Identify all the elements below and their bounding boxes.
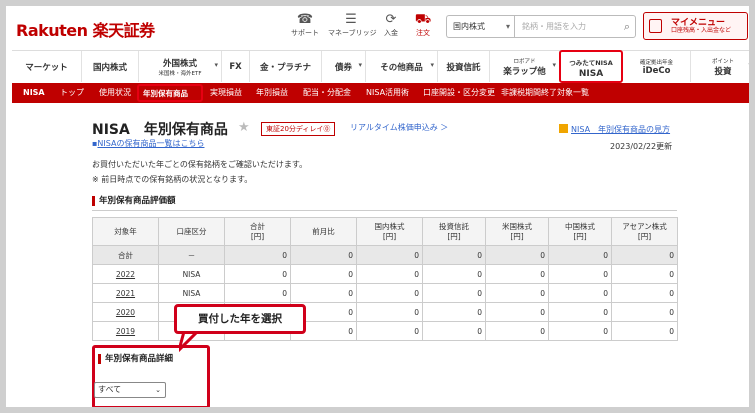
support-icon: ☎ [296, 12, 314, 27]
note: ※ 前日時点での保有銘柄の状況となります。 [92, 175, 253, 184]
subnav-yearly-pl[interactable]: 年別損益 [256, 83, 288, 103]
nav-point[interactable]: ポイント 投資 [691, 51, 749, 82]
col-funds: 投資信託 [円] [422, 217, 486, 246]
nav-ideco[interactable]: 確定拠出年金 iDeCo [623, 51, 691, 82]
search-category-select[interactable]: 国内株式 [446, 15, 514, 38]
chevron-down-icon: ⌄ [155, 386, 161, 394]
nav-robo[interactable]: ロボアド 楽ラップ他 [490, 51, 560, 82]
nav-market[interactable]: マーケット [12, 51, 82, 82]
rakuten-logo[interactable]: Rakuten 楽天証券 [16, 17, 155, 41]
help-link[interactable]: NISA 年別保有商品の見方 [559, 124, 670, 135]
year-link[interactable]: 2022 [92, 264, 159, 284]
mymenu-icon [649, 19, 662, 33]
nav-other[interactable]: その他商品 [366, 51, 438, 82]
mymenu-button[interactable]: マイメニュー 口座残高・入出金など [643, 12, 748, 40]
col-year: 対象年 [92, 217, 159, 246]
realtime-link[interactable]: リアルタイム株価申込み ＞ [350, 122, 448, 133]
divider [92, 210, 677, 211]
nav-funds[interactable]: 投資信託 [438, 51, 490, 82]
col-total: 合計 [円] [224, 217, 291, 246]
subnav-usage[interactable]: 使用状況 [99, 83, 131, 103]
table-row: 2022 NISA 0 0 0 0 0 0 0 [92, 264, 678, 284]
order-button[interactable]: ⛟ 注文 [400, 12, 446, 38]
subnav-dividend[interactable]: 配当・分配金 [303, 83, 351, 103]
col-china: 中国株式 [円] [548, 217, 612, 246]
cart-icon: ⛟ [414, 12, 432, 27]
delay-badge: 東証20分ディレイ⓪ [261, 122, 336, 136]
subnav-account[interactable]: 口座開設・区分変更 [423, 83, 495, 103]
page-title: NISA 年別保有商品 [92, 122, 228, 138]
detail-heading: 年別保有商品詳細 [98, 354, 173, 364]
updated-date: 2023/02/22更新 [610, 142, 673, 151]
col-mom: 前月比 [290, 217, 357, 246]
subnav-guide[interactable]: NISA活用術 [366, 83, 409, 103]
book-icon [559, 124, 568, 133]
nav-domestic-stock[interactable]: 国内株式 [82, 51, 139, 82]
search-icon[interactable]: ⌕ [624, 16, 630, 37]
nav-fx[interactable]: FX [222, 51, 250, 82]
table-row: 合計－ 0 0 0 0 0 0 0 [92, 245, 678, 265]
sub-nav: NISA トップ 使用状況 実現損益 年別損益 配当・分配金 NISA活用術 口… [12, 83, 749, 103]
star-icon[interactable]: ★ [238, 120, 250, 135]
search-input[interactable]: 銘柄・用語を入力 ⌕ [514, 15, 636, 38]
year-select[interactable]: すべて ⌄ [94, 382, 166, 398]
subnav-nisa[interactable]: NISA [23, 83, 45, 103]
year-link[interactable]: 2020 [92, 302, 159, 322]
nav-nisa[interactable]: つみたてNISA NISA [559, 50, 623, 83]
table-header-row: 対象年 口座区分 合計 [円] 前月比 国内株式 [円] 投資信託 [円] 米国… [92, 217, 678, 246]
col-domestic: 国内株式 [円] [356, 217, 423, 246]
col-us: 米国株式 [円] [485, 217, 549, 246]
subnav-realized[interactable]: 実現損益 [210, 83, 242, 103]
nav-gold[interactable]: 金・プラチナ [250, 51, 322, 82]
year-link[interactable]: 2021 [92, 283, 159, 303]
col-asean: アセアン株式 [円] [611, 217, 678, 246]
main-nav: マーケット 国内株式 外国株式米国株・海外ETF FX 金・プラチナ 債券 その… [12, 50, 749, 82]
nav-bond[interactable]: 債券 [322, 51, 366, 82]
subnav-yearly-holdings[interactable]: 年別保有商品 [137, 84, 203, 102]
callout-select-year: 買付した年を選択 [174, 304, 306, 334]
subnav-top[interactable]: トップ [60, 83, 84, 103]
nav-foreign-stock[interactable]: 外国株式 米国株・海外ETF [139, 51, 222, 82]
table-row: 2021 NISA 0 0 0 0 0 0 0 [92, 283, 678, 303]
year-link[interactable]: 2019 [92, 321, 159, 341]
page-frame: Rakuten 楽天証券 ☎ サポート ☰ マネーブリッジ ⟳ 入金 ⛟ 注文 国内株式… [0, 0, 755, 413]
eval-heading: 年別保有商品評価額 [92, 196, 176, 206]
col-account: 口座区分 [158, 217, 225, 246]
support-button[interactable]: ☎ サポート [282, 12, 328, 38]
holdings-list-link[interactable]: ▪NISAの保有商品一覧はこちら [92, 138, 204, 149]
description: お買付いただいた年ごとの保有銘柄をご確認いただけます。 [92, 160, 308, 169]
subnav-expiry[interactable]: 非課税期間終了対象一覧 [501, 83, 589, 103]
